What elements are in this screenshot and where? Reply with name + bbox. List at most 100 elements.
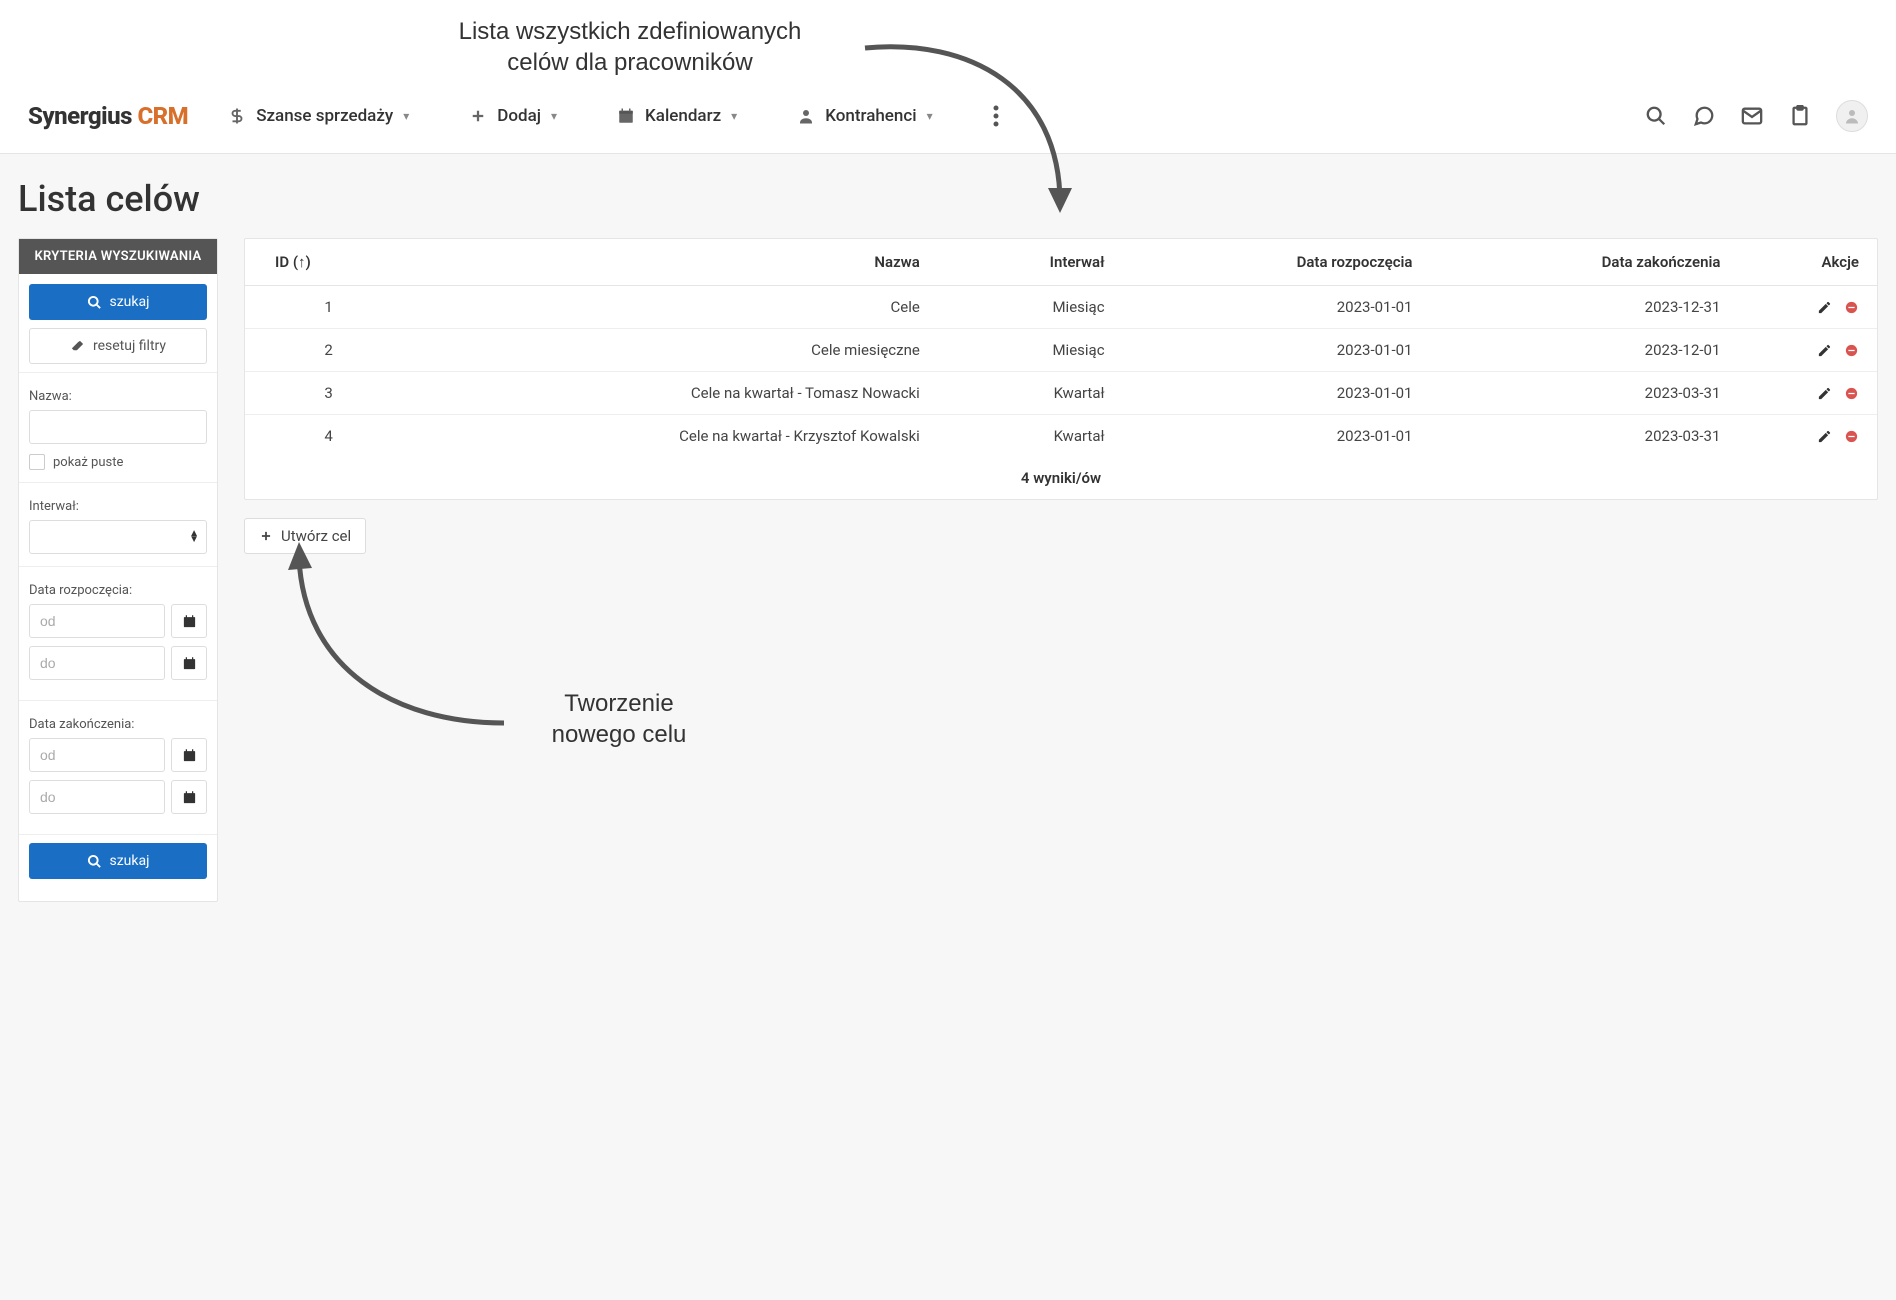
name-filter-input[interactable] [29,410,207,444]
create-goal-button[interactable]: Utwórz cel [244,518,366,554]
show-empty-checkbox[interactable] [29,454,45,470]
start-date-to-input[interactable] [29,646,165,680]
end-date-to-input[interactable] [29,780,165,814]
calendar-icon[interactable] [171,738,207,772]
clipboard-icon[interactable] [1788,104,1812,128]
cell-name: Cele miesięczne [353,329,938,372]
search-icon [87,295,102,310]
chevron-down-icon: ▾ [403,109,409,123]
th-id[interactable]: ID (↑) [245,239,353,286]
arrow-bottom [274,528,524,728]
search-button-bottom[interactable]: szukaj [29,843,207,879]
reset-filters-button[interactable]: resetuj filtry [29,328,207,364]
goals-table: ID (↑) Nazwa Interwał Data rozpoczęcia D… [244,238,1878,500]
cell-actions [1738,329,1877,372]
brand-logo: Synergius CRM [28,102,188,130]
calendar-icon [617,107,635,125]
nav-sales[interactable]: Szanse sprzedaży ▾ [228,106,409,126]
person-icon [797,107,815,125]
show-empty-label: pokaż puste [53,455,123,470]
th-interval[interactable]: Interwał [938,239,1123,286]
nav-sales-label: Szanse sprzedaży [256,106,393,126]
cell-end: 2023-03-31 [1430,415,1738,458]
chevron-down-icon: ▾ [927,109,933,123]
edit-icon[interactable] [1817,429,1832,444]
annotation-bottom: Tworzenie nowego celu [494,688,744,750]
cell-actions [1738,286,1877,329]
chat-icon[interactable] [1692,104,1716,128]
cell-interval: Miesiąc [938,286,1123,329]
annotation-bottom-text: Tworzenie nowego celu [552,690,687,748]
search-button-bottom-label: szukaj [110,853,150,869]
dollar-icon [228,107,246,125]
annotation-top-text: Lista wszystkich zdefiniowanych celów dl… [459,18,802,76]
annotation-top: Lista wszystkich zdefiniowanych celów dl… [320,16,940,78]
cell-end: 2023-12-31 [1430,286,1738,329]
edit-icon[interactable] [1817,343,1832,358]
nav-contractors-label: Kontrahenci [825,106,916,126]
name-filter-label: Nazwa: [29,389,207,404]
delete-icon[interactable] [1844,429,1859,444]
cell-end: 2023-12-01 [1430,329,1738,372]
nav-calendar-label: Kalendarz [645,106,721,126]
cell-actions [1738,415,1877,458]
nav-contractors[interactable]: Kontrahenci ▾ [797,106,932,126]
chevron-down-icon: ▾ [731,109,737,123]
th-actions: Akcje [1738,239,1877,286]
chevron-down-icon: ▾ [551,109,557,123]
cell-id: 2 [245,329,353,372]
eraser-icon [70,339,85,354]
start-date-from-input[interactable] [29,604,165,638]
cell-name: Cele [353,286,938,329]
table-row: 3Cele na kwartał - Tomasz NowackiKwartał… [245,372,1877,415]
cell-name: Cele na kwartał - Tomasz Nowacki [353,372,938,415]
edit-icon[interactable] [1817,386,1832,401]
plus-icon [259,529,273,543]
plus-icon [469,107,487,125]
cell-start: 2023-01-01 [1123,286,1431,329]
nav-add-label: Dodaj [497,106,541,126]
delete-icon[interactable] [1844,343,1859,358]
interval-filter-select[interactable] [29,520,207,554]
edit-icon[interactable] [1817,300,1832,315]
start-date-label: Data rozpoczęcia: [29,583,207,598]
search-panel-header: KRYTERIA WYSZUKIWANIA [19,239,217,274]
th-end[interactable]: Data zakończenia [1430,239,1738,286]
search-icon[interactable] [1644,104,1668,128]
nav-more[interactable] [993,105,999,127]
search-button-label: szukaj [110,294,150,310]
cell-id: 1 [245,286,353,329]
cell-id: 3 [245,372,353,415]
end-date-label: Data zakończenia: [29,717,207,732]
th-start[interactable]: Data rozpoczęcia [1123,239,1431,286]
search-icon [87,854,102,869]
cell-start: 2023-01-01 [1123,329,1431,372]
search-button[interactable]: szukaj [29,284,207,320]
calendar-icon[interactable] [171,646,207,680]
create-goal-label: Utwórz cel [281,527,351,545]
table-row: 4Cele na kwartał - Krzysztof KowalskiKwa… [245,415,1877,458]
th-name[interactable]: Nazwa [353,239,938,286]
cell-interval: Miesiąc [938,329,1123,372]
search-panel: KRYTERIA WYSZUKIWANIA szukaj resetuj fil… [18,238,218,902]
cell-start: 2023-01-01 [1123,372,1431,415]
delete-icon[interactable] [1844,300,1859,315]
end-date-from-input[interactable] [29,738,165,772]
cell-id: 4 [245,415,353,458]
nav-add[interactable]: Dodaj ▾ [469,106,557,126]
nav-calendar[interactable]: Kalendarz ▾ [617,106,737,126]
cell-interval: Kwartał [938,372,1123,415]
page-title: Lista celów [18,154,1878,238]
cell-name: Cele na kwartał - Krzysztof Kowalski [353,415,938,458]
mail-icon[interactable] [1740,104,1764,128]
cell-end: 2023-03-31 [1430,372,1738,415]
avatar[interactable] [1836,100,1868,132]
calendar-icon[interactable] [171,780,207,814]
table-row: 2Cele miesięczneMiesiąc2023-01-012023-12… [245,329,1877,372]
table-row: 1CeleMiesiąc2023-01-012023-12-31 [245,286,1877,329]
top-nav: Synergius CRM Szanse sprzedaży ▾ Dodaj ▾… [0,78,1896,154]
brand-part1: Synergius [28,102,132,130]
brand-part2: CRM [137,102,188,130]
calendar-icon[interactable] [171,604,207,638]
delete-icon[interactable] [1844,386,1859,401]
